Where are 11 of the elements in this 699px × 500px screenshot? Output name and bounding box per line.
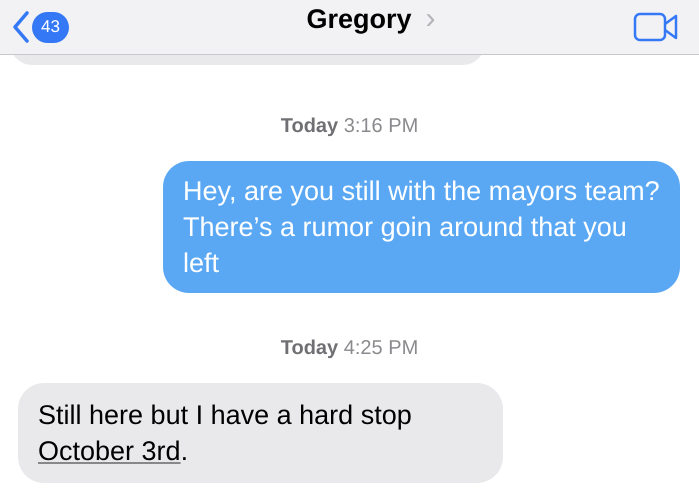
timestamp: Today 3:16 PM [280, 114, 418, 139]
received-message-bubble: Still here but I have a hard stop October 3rd. [18, 383, 503, 483]
contact-name[interactable]: Gregory [306, 0, 412, 40]
chevron-icon: › [425, 4, 436, 34]
timestamp: Today 4:25 PM [280, 336, 418, 361]
unread-count-badge: 43 [32, 12, 69, 42]
date-link[interactable]: October 3rd [38, 436, 181, 466]
sent-message-bubble: Hey, are you still with the mayors team? There’s a rumor goin around that you left [163, 161, 680, 293]
back-chevron-icon [12, 10, 30, 44]
back-button[interactable]: 43 [12, 10, 69, 44]
video-call-icon[interactable] [633, 12, 679, 42]
